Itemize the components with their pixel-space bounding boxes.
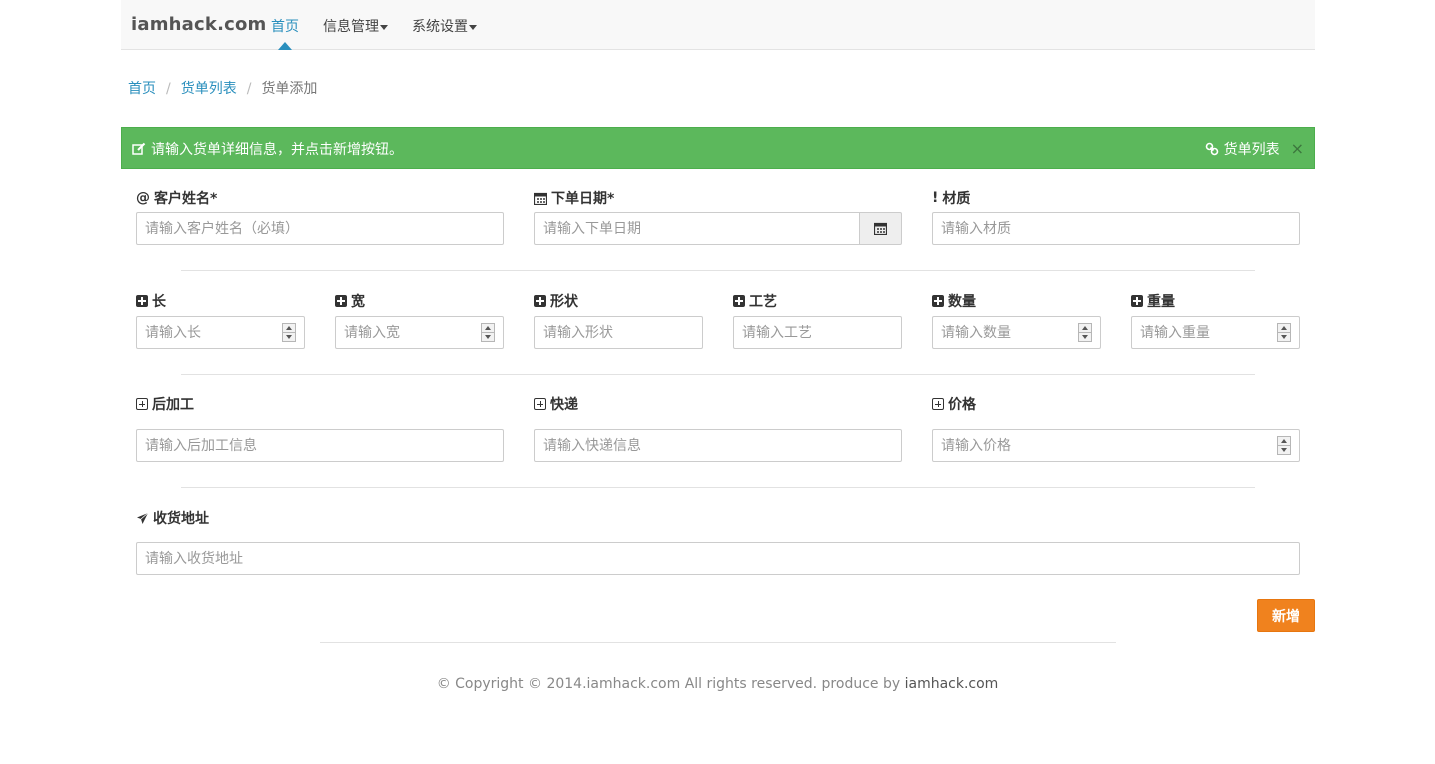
nav-system-settings-label: 系统设置 [412, 19, 468, 35]
footer: © Copyright © 2014.iamhack.com All right… [0, 676, 1435, 692]
plus-square-outline-icon [932, 398, 944, 410]
date-picker-button[interactable] [860, 212, 902, 245]
nav-info-management-label: 信息管理 [323, 19, 379, 35]
section-divider [181, 270, 1255, 271]
weight-label-text: 重量 [1147, 294, 1175, 310]
width-label-text: 宽 [351, 294, 365, 310]
nav-system-settings[interactable]: 系统设置 [412, 16, 477, 36]
plane-icon [137, 512, 149, 524]
price-input[interactable] [932, 429, 1300, 462]
arrow-down-icon [485, 335, 491, 339]
edit-icon [132, 142, 146, 155]
arrow-up-icon [286, 326, 292, 330]
brand-logo[interactable]: iamhack.com [131, 14, 267, 35]
craft-label: 工艺 [733, 291, 777, 311]
add-button[interactable]: 新增 [1257, 599, 1315, 632]
breadcrumb-home[interactable]: 首页 [128, 81, 156, 97]
post-process-input[interactable] [136, 429, 504, 462]
craft-input[interactable] [733, 316, 902, 349]
quantity-stepper[interactable] [1078, 323, 1092, 342]
post-process-label-text: 后加工 [152, 397, 194, 413]
nav-home[interactable]: 首页 [271, 16, 299, 36]
section-divider [181, 374, 1255, 375]
quantity-input[interactable] [932, 316, 1101, 349]
width-stepper[interactable] [481, 323, 495, 342]
material-label: ! 材质 [932, 188, 970, 208]
address-label-text: 收货地址 [153, 511, 209, 527]
arrow-down-icon [286, 335, 292, 339]
order-date-input[interactable] [534, 212, 860, 245]
nav-info-management[interactable]: 信息管理 [323, 16, 388, 36]
price-stepper[interactable] [1277, 436, 1291, 455]
plus-square-icon [932, 295, 944, 307]
at-icon: @ [136, 190, 150, 206]
address-input[interactable] [136, 542, 1300, 575]
alert-message: 请输入货单详细信息，并点击新增按钮。 [151, 142, 403, 158]
express-input[interactable] [534, 429, 902, 462]
section-divider [181, 487, 1255, 488]
footer-brand-link[interactable]: iamhack.com [905, 676, 999, 692]
plus-square-outline-icon [534, 398, 546, 410]
breadcrumb-order-list[interactable]: 货单列表 [181, 81, 237, 97]
footer-divider [320, 642, 1116, 643]
calendar-icon [534, 192, 547, 205]
customer-name-input[interactable] [136, 212, 504, 245]
price-label-text: 价格 [948, 397, 976, 413]
address-label: 收货地址 [136, 508, 209, 528]
quantity-label: 数量 [932, 291, 976, 311]
weight-input[interactable] [1131, 316, 1300, 349]
caret-down-icon [380, 24, 388, 30]
active-nav-indicator [278, 42, 292, 50]
arrow-up-icon [1082, 326, 1088, 330]
express-label-text: 快递 [550, 397, 578, 413]
quantity-label-text: 数量 [948, 294, 976, 310]
weight-label: 重量 [1131, 291, 1175, 311]
express-label: 快递 [534, 394, 578, 414]
breadcrumb-separator: / [166, 81, 171, 97]
width-label: 宽 [335, 291, 365, 311]
calendar-icon [874, 222, 887, 235]
arrow-up-icon [1281, 439, 1287, 443]
exclamation-icon: ! [932, 190, 939, 206]
copyright-text: © Copyright © 2014.iamhack.com All right… [436, 676, 905, 692]
plus-square-outline-icon [136, 398, 148, 410]
arrow-down-icon [1281, 335, 1287, 339]
post-process-label: 后加工 [136, 394, 194, 414]
shape-label: 形状 [534, 291, 578, 311]
plus-square-icon [136, 295, 148, 307]
breadcrumb-separator: / [246, 81, 252, 97]
arrow-up-icon [1281, 326, 1287, 330]
length-label-text: 长 [152, 294, 166, 310]
alert-order-list-link[interactable]: 货单列表 [1224, 139, 1280, 159]
material-label-text: 材质 [942, 191, 971, 207]
material-input[interactable] [932, 212, 1300, 245]
close-icon[interactable]: × [1291, 140, 1304, 158]
breadcrumb: 首页 / 货单列表 / 货单添加 [128, 78, 317, 98]
plus-square-icon [733, 295, 745, 307]
order-date-label-text: 下单日期* [551, 191, 615, 207]
breadcrumb-current: 货单添加 [261, 81, 318, 97]
link-icon[interactable] [1205, 142, 1219, 156]
order-date-label: 下单日期* [534, 188, 614, 208]
shape-label-text: 形状 [550, 294, 578, 310]
caret-down-icon [469, 24, 477, 30]
length-stepper[interactable] [282, 323, 296, 342]
arrow-down-icon [1082, 335, 1088, 339]
top-navbar: iamhack.com 首页 信息管理 系统设置 [121, 0, 1315, 50]
length-label: 长 [136, 291, 166, 311]
craft-label-text: 工艺 [749, 294, 777, 310]
customer-label: @ 客户姓名* [136, 188, 217, 208]
plus-square-icon [534, 295, 546, 307]
arrow-down-icon [1281, 448, 1287, 452]
width-input[interactable] [335, 316, 504, 349]
weight-stepper[interactable] [1277, 323, 1291, 342]
arrow-up-icon [485, 326, 491, 330]
plus-square-icon [335, 295, 347, 307]
price-label: 价格 [932, 394, 976, 414]
length-input[interactable] [136, 316, 305, 349]
info-alert: 请输入货单详细信息，并点击新增按钮。 货单列表 × [121, 127, 1315, 169]
customer-label-text: 客户姓名* [154, 191, 218, 207]
plus-square-icon [1131, 295, 1143, 307]
shape-input[interactable] [534, 316, 703, 349]
